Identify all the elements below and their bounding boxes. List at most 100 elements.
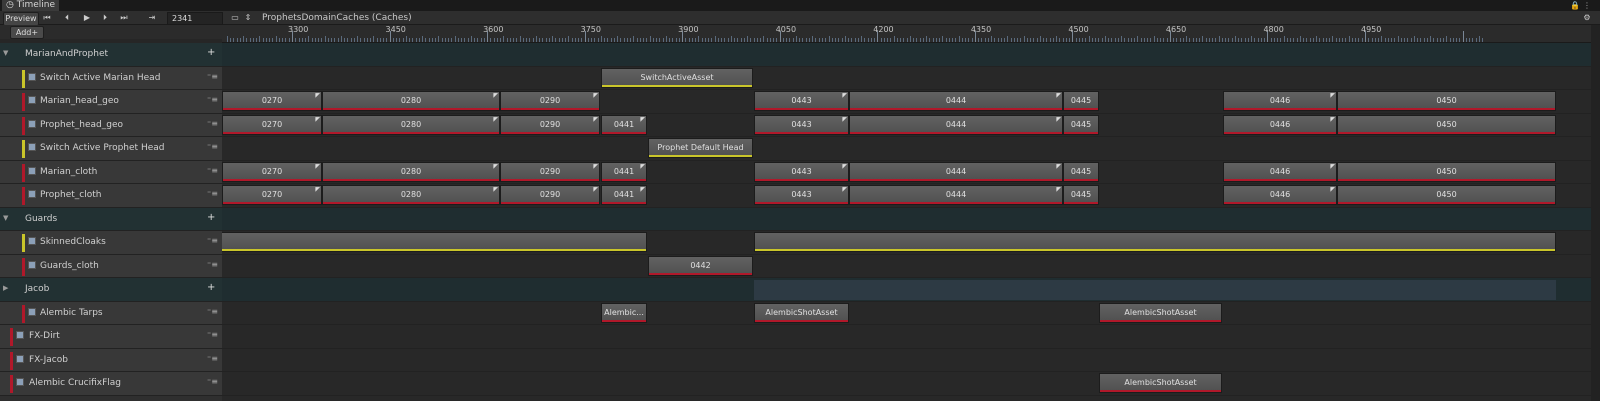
timeline-clip[interactable]: 0445 — [1063, 185, 1099, 205]
track-header[interactable]: Switch Active Marian Head ⁼≡ — [0, 66, 222, 90]
timeline-clip[interactable]: 0446 ◤ — [1223, 161, 1337, 182]
timeline-clip[interactable]: 0270 ◤ — [222, 91, 322, 111]
timeline-clip[interactable]: 0441 ◤ — [601, 185, 647, 205]
track-header[interactable]: Marian_head_geo ⁼≡ — [0, 90, 222, 114]
timeline-clip[interactable]: 0270 ◤ — [222, 114, 322, 135]
track-header[interactable]: Prophet_cloth ⁼≡ — [0, 184, 222, 208]
play-range-icon[interactable]: ⇥ — [145, 12, 159, 24]
track-header[interactable]: Marian_cloth ⁼≡ — [0, 160, 222, 184]
timeline-clip[interactable]: 0444 ◤ — [849, 185, 1063, 205]
track-lane[interactable]: 0270 ◤ 0280 ◤ 0290 ◤ 0441 ◤ 0443 ◤ 0444 ◤ 0445 0446 ◤ 0… — [222, 161, 1591, 184]
timeline-clip[interactable]: 0444 ◤ — [849, 161, 1063, 182]
timeline-clip[interactable]: 0446 ◤ — [1223, 185, 1337, 205]
gear-icon[interactable]: ⚙ — [1580, 12, 1594, 24]
collapse-arrow-icon[interactable]: ▼ — [3, 214, 8, 222]
track-menu-icon[interactable]: ⁼≡ — [207, 72, 218, 81]
timeline-clip[interactable]: 0290 ◤ — [500, 161, 600, 182]
timeline-clip[interactable]: 0450 — [1337, 91, 1556, 111]
go-to-end-icon[interactable]: ⏭ — [117, 12, 131, 24]
track-header[interactable]: Alembic CrucifixFlag ⁼≡ — [0, 372, 222, 396]
collapse-arrow-icon[interactable]: ▼ — [3, 49, 8, 57]
track-menu-icon[interactable]: ⁼≡ — [207, 236, 218, 245]
timeline-clip[interactable]: 0445 — [1063, 114, 1099, 135]
track-header[interactable]: Switch Active Prophet Head ⁼≡ — [0, 137, 222, 161]
track-clips-area[interactable]: SwitchActiveAsset 0270 ◤ 0280 ◤ 0290 ◤ 0443 ◤ 044… — [222, 43, 1591, 401]
timeline-clip[interactable]: 0280 ◤ — [322, 91, 500, 111]
timeline-clip[interactable]: SwitchActiveAsset — [601, 67, 753, 88]
timeline-clip[interactable] — [754, 232, 1556, 252]
track-lane[interactable]: 0270 ◤ 0280 ◤ 0290 ◤ 0443 ◤ 0444 ◤ 0445 0446 ◤ 0450 — [222, 90, 1591, 114]
track-lane[interactable]: SwitchActiveAsset — [222, 67, 1591, 90]
timeline-clip[interactable]: 0270 ◤ — [222, 161, 322, 182]
add-to-group-icon[interactable]: + — [207, 282, 215, 293]
track-lane[interactable] — [222, 325, 1591, 349]
track-lane[interactable]: AlembicShotAsset — [222, 372, 1591, 396]
track-lane[interactable]: Prophet Default Head — [222, 137, 1591, 161]
asset-selector-icon[interactable]: ▭ — [228, 12, 242, 24]
track-menu-icon[interactable]: ⁼≡ — [207, 95, 218, 104]
track-header[interactable]: Prophet_head_geo ⁼≡ — [0, 113, 222, 137]
timeline-clip[interactable]: AlembicShotAsset — [1099, 373, 1222, 393]
previous-frame-icon[interactable]: ⏴ — [60, 12, 74, 24]
track-lane[interactable]: 0270 ◤ 0280 ◤ 0290 ◤ 0441 ◤ 0443 ◤ 0444 ◤ 0445 0446 ◤ 0… — [222, 114, 1591, 137]
add-track-button[interactable]: Add+ — [10, 26, 44, 39]
track-header[interactable]: FX-Dirt ⁼≡ — [0, 325, 222, 349]
timeline-clip[interactable]: 0450 — [1337, 185, 1556, 205]
track-header[interactable]: FX-Jacob ⁼≡ — [0, 348, 222, 372]
timeline-clip[interactable]: 0445 — [1063, 91, 1099, 111]
track-lane[interactable] — [222, 231, 1591, 255]
track-header[interactable]: Guards_cloth ⁼≡ — [0, 254, 222, 278]
track-menu-icon[interactable]: ⁼≡ — [207, 354, 218, 363]
timeline-clip[interactable] — [222, 232, 647, 252]
track-lane[interactable]: 0270 ◤ 0280 ◤ 0290 ◤ 0441 ◤ 0443 ◤ 0444 ◤ 0445 0446 ◤ 0… — [222, 184, 1591, 208]
time-ruler[interactable]: 3300 3450 3600 3750 3900 4050 4200 4350 4500 4650… — [222, 25, 1591, 43]
track-menu-icon[interactable]: ⁼≡ — [207, 166, 218, 175]
timeline-clip[interactable]: Alembic... — [601, 302, 647, 323]
timeline-clip[interactable]: 0290 ◤ — [500, 91, 600, 111]
group-lane[interactable] — [222, 207, 1591, 231]
timeline-clip[interactable]: 0444 ◤ — [849, 91, 1063, 111]
timeline-clip[interactable]: AlembicShotAsset — [1099, 302, 1222, 323]
timeline-clip[interactable]: 0443 ◤ — [754, 185, 849, 205]
timeline-clip[interactable]: 0443 ◤ — [754, 114, 849, 135]
timeline-clip[interactable]: 0280 ◤ — [322, 185, 500, 205]
add-to-group-icon[interactable]: + — [207, 47, 215, 58]
timeline-clip[interactable]: 0442 — [648, 255, 753, 276]
track-header[interactable]: Alembic Tarps ⁼≡ — [0, 301, 222, 325]
track-menu-icon[interactable]: ⁼≡ — [207, 260, 218, 269]
track-lane[interactable]: Alembic... AlembicShotAsset AlembicShotAss… — [222, 302, 1591, 325]
timeline-clip[interactable]: 0450 — [1337, 114, 1556, 135]
timeline-clip[interactable]: 0280 ◤ — [322, 114, 500, 135]
timeline-clip[interactable]: AlembicShotAsset — [754, 302, 849, 323]
window-controls[interactable]: 🔒⋮ — [1570, 0, 1594, 11]
dropdown-icon[interactable]: ⇕ — [243, 12, 253, 24]
timeline-clip[interactable]: Prophet Default Head — [648, 138, 753, 158]
window-tab-timeline[interactable]: ◷ Timeline — [2, 0, 60, 11]
group-lane[interactable] — [222, 278, 1591, 302]
track-menu-icon[interactable]: ⁼≡ — [207, 330, 218, 339]
track-menu-icon[interactable]: ⁼≡ — [207, 377, 218, 386]
timeline-clip[interactable]: 0443 ◤ — [754, 91, 849, 111]
vertical-scrollbar[interactable] — [1591, 25, 1600, 401]
track-lane[interactable]: 0442 — [222, 255, 1591, 278]
track-menu-icon[interactable]: ⁼≡ — [207, 307, 218, 316]
timeline-clip[interactable]: 0445 — [1063, 161, 1099, 182]
timeline-clip[interactable]: 0280 ◤ — [322, 161, 500, 182]
track-menu-icon[interactable]: ⁼≡ — [207, 189, 218, 198]
timeline-clip[interactable]: 0441 ◤ — [601, 114, 647, 135]
timeline-clip[interactable]: 0446 ◤ — [1223, 91, 1337, 111]
timeline-clip[interactable]: 0270 ◤ — [222, 185, 322, 205]
next-frame-icon[interactable]: ⏵ — [98, 12, 112, 24]
play-icon[interactable]: ▶ — [80, 12, 94, 24]
track-group-header[interactable]: ▼ Guards + — [0, 207, 222, 231]
timeline-clip[interactable]: 0450 — [1337, 161, 1556, 182]
timeline-clip[interactable]: 0444 ◤ — [849, 114, 1063, 135]
track-menu-icon[interactable]: ⁼≡ — [207, 119, 218, 128]
track-lane[interactable] — [222, 349, 1591, 372]
current-frame-field[interactable]: 2341 — [167, 12, 223, 25]
track-menu-icon[interactable]: ⁼≡ — [207, 142, 218, 151]
timeline-clip[interactable]: 0443 ◤ — [754, 161, 849, 182]
group-lane[interactable] — [222, 43, 1591, 67]
track-header[interactable]: SkinnedCloaks ⁼≡ — [0, 231, 222, 255]
track-group-header[interactable]: ▶ Jacob + — [0, 278, 222, 302]
